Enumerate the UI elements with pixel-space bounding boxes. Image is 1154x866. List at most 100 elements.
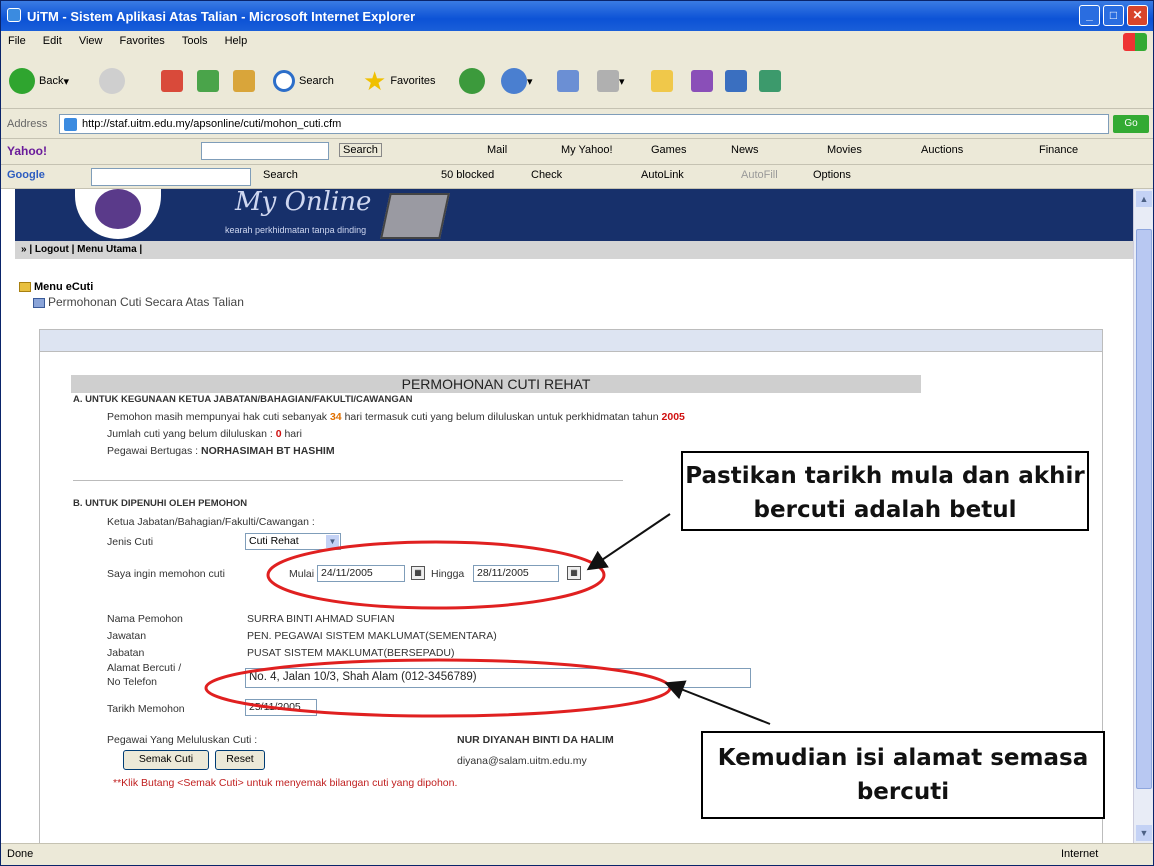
minimize-button[interactable]: _ <box>1079 5 1100 26</box>
hingga-date-input[interactable]: 28/11/2005 <box>473 565 559 582</box>
google-search-button[interactable]: Search <box>263 169 298 181</box>
research-icon <box>725 70 747 92</box>
forward-arrow-icon <box>99 68 125 94</box>
tools-button[interactable] <box>759 67 781 95</box>
menu-utama-link[interactable]: Menu Utama <box>77 244 136 255</box>
tree-root[interactable]: Menu eCuti <box>34 281 93 293</box>
close-button[interactable]: ✕ <box>1127 5 1148 26</box>
menu-tree: Menu eCuti Permohonan Cuti Secara Atas T… <box>19 281 244 309</box>
yahoo-mail-link[interactable]: Mail <box>487 144 507 156</box>
scroll-down-arrow-icon[interactable]: ▼ <box>1136 825 1152 841</box>
go-button[interactable]: Go <box>1113 115 1149 133</box>
messenger-icon <box>691 70 713 92</box>
messenger-button[interactable] <box>691 67 713 95</box>
nama-label: Nama Pemohon <box>107 613 183 625</box>
google-check-button[interactable]: Check <box>531 169 562 181</box>
yahoo-search-input[interactable] <box>201 142 329 160</box>
site-banner: My Online kearah perkhidmatan tanpa dind… <box>15 189 1133 241</box>
folder-button[interactable] <box>651 67 673 95</box>
yahoo-myyahoo-link[interactable]: My Yahoo! <box>561 144 613 156</box>
alamat-label: Alamat Bercuti / <box>107 662 182 674</box>
menu-tools[interactable]: Tools <box>175 31 215 51</box>
menu-view[interactable]: View <box>72 31 110 51</box>
menu-favorites[interactable]: Favorites <box>113 31 172 51</box>
print-button[interactable]: ▾ <box>597 67 625 95</box>
yahoo-finance-link[interactable]: Finance <box>1039 144 1078 156</box>
refresh-icon <box>197 70 219 92</box>
jenis-cuti-select[interactable]: Cuti Rehat ▼ <box>245 533 341 550</box>
chevron-down-icon: ▼ <box>326 535 339 548</box>
pelulus-name: NUR DIYANAH BINTI DA HALIM <box>457 734 614 746</box>
search-icon <box>273 70 295 92</box>
divider <box>73 480 623 481</box>
google-logo[interactable]: Google <box>7 169 45 181</box>
google-blocked-counter[interactable]: 50 blocked <box>441 169 494 181</box>
media-button[interactable] <box>459 67 485 95</box>
calendar-icon[interactable]: ▦ <box>567 566 581 580</box>
yahoo-auctions-link[interactable]: Auctions <box>921 144 963 156</box>
google-search-input[interactable] <box>91 168 251 186</box>
yahoo-logo[interactable]: Yahoo! <box>7 144 47 158</box>
pegawai-bertugas-text: Pegawai Bertugas : NORHASIMAH BT HASHIM <box>107 445 335 457</box>
star-icon: ★ <box>363 65 387 96</box>
browser-window: UiTM - Sistem Aplikasi Atas Talian - Mic… <box>0 0 1154 866</box>
ketua-label: Ketua Jabatan/Bahagian/Fakulti/Cawangan … <box>107 516 315 528</box>
tarikh-label: Tarikh Memohon <box>107 703 185 715</box>
home-icon <box>233 70 255 92</box>
saya-ingin-label: Saya ingin memohon cuti <box>107 568 225 580</box>
title-bar: UiTM - Sistem Aplikasi Atas Talian - Mic… <box>1 1 1153 31</box>
google-autofill-button[interactable]: AutoFill <box>741 169 778 181</box>
google-options-button[interactable]: Options <box>813 169 851 181</box>
jenis-cuti-label: Jenis Cuti <box>107 536 154 548</box>
vertical-scrollbar[interactable]: ▲ ▼ <box>1133 189 1153 843</box>
jawatan-label: Jawatan <box>107 630 147 642</box>
calendar-icon[interactable]: ▦ <box>411 566 425 580</box>
yahoo-search-button[interactable]: Search <box>339 143 382 157</box>
print-icon <box>597 70 619 92</box>
tarikh-input[interactable]: 25/11/2005 <box>245 699 317 716</box>
logout-link[interactable]: Logout <box>35 244 69 255</box>
menu-edit[interactable]: Edit <box>36 31 69 51</box>
address-bar: Address http://staf.uitm.edu.my/apsonlin… <box>1 109 1153 139</box>
callout-dates: Pastikan tarikh mula dan akhir bercuti a… <box>681 451 1089 531</box>
maximize-button[interactable]: □ <box>1103 5 1124 26</box>
back-button[interactable]: Back ▾ <box>9 67 69 95</box>
tree-item-permohonan[interactable]: Permohonan Cuti Secara Atas Talian <box>48 295 244 309</box>
history-button[interactable]: ▾ <box>501 67 533 95</box>
search-button[interactable]: Search <box>273 67 334 95</box>
stop-button[interactable] <box>161 67 183 95</box>
scroll-up-arrow-icon[interactable]: ▲ <box>1136 191 1152 207</box>
mulai-date-input[interactable]: 24/11/2005 <box>317 565 405 582</box>
nama-value: SURRA BINTI AHMAD SUFIAN <box>247 613 395 625</box>
scroll-thumb[interactable] <box>1136 229 1152 789</box>
yahoo-news-link[interactable]: News <box>731 144 759 156</box>
section-a-heading: A. UNTUK KEGUNAAN KETUA JABATAN/BAHAGIAN… <box>73 394 413 405</box>
favorites-button[interactable]: ★ Favorites <box>363 65 436 96</box>
reset-button[interactable]: Reset <box>215 750 265 770</box>
google-autolink-button[interactable]: AutoLink <box>641 169 684 181</box>
pelulus-email: diyana@salam.uitm.edu.my <box>457 755 587 767</box>
menu-help[interactable]: Help <box>218 31 255 51</box>
jawatan-value: PEN. PEGAWAI SISTEM MAKLUMAT(SEMENTARA) <box>247 630 497 642</box>
bullet-icon: » | <box>21 244 35 255</box>
status-text: Done <box>7 848 34 860</box>
history-icon <box>501 68 527 94</box>
yahoo-games-link[interactable]: Games <box>651 144 686 156</box>
yahoo-movies-link[interactable]: Movies <box>827 144 862 156</box>
home-button[interactable] <box>233 67 255 95</box>
laptop-image <box>380 193 450 239</box>
semak-cuti-button[interactable]: Semak Cuti <box>123 750 209 770</box>
pelulus-label: Pegawai Yang Meluluskan Cuti : <box>107 734 258 746</box>
mail-button[interactable] <box>557 67 579 95</box>
alamat-input[interactable]: No. 4, Jalan 10/3, Shah Alam (012-345678… <box>245 668 751 688</box>
forward-button[interactable] <box>99 67 125 95</box>
standard-toolbar: Back ▾ Search ★ Favorites ▾ ▾ <box>1 53 1153 109</box>
address-input[interactable]: http://staf.uitm.edu.my/apsonline/cuti/m… <box>59 114 1109 134</box>
mulai-label: Mulai <box>289 568 315 580</box>
zone-text: Internet <box>1061 848 1099 860</box>
window-title: UiTM - Sistem Aplikasi Atas Talian - Mic… <box>27 9 416 24</box>
refresh-button[interactable] <box>197 67 219 95</box>
status-bar: Done Internet <box>1 843 1153 865</box>
research-button[interactable] <box>725 67 747 95</box>
menu-file[interactable]: File <box>1 31 33 51</box>
